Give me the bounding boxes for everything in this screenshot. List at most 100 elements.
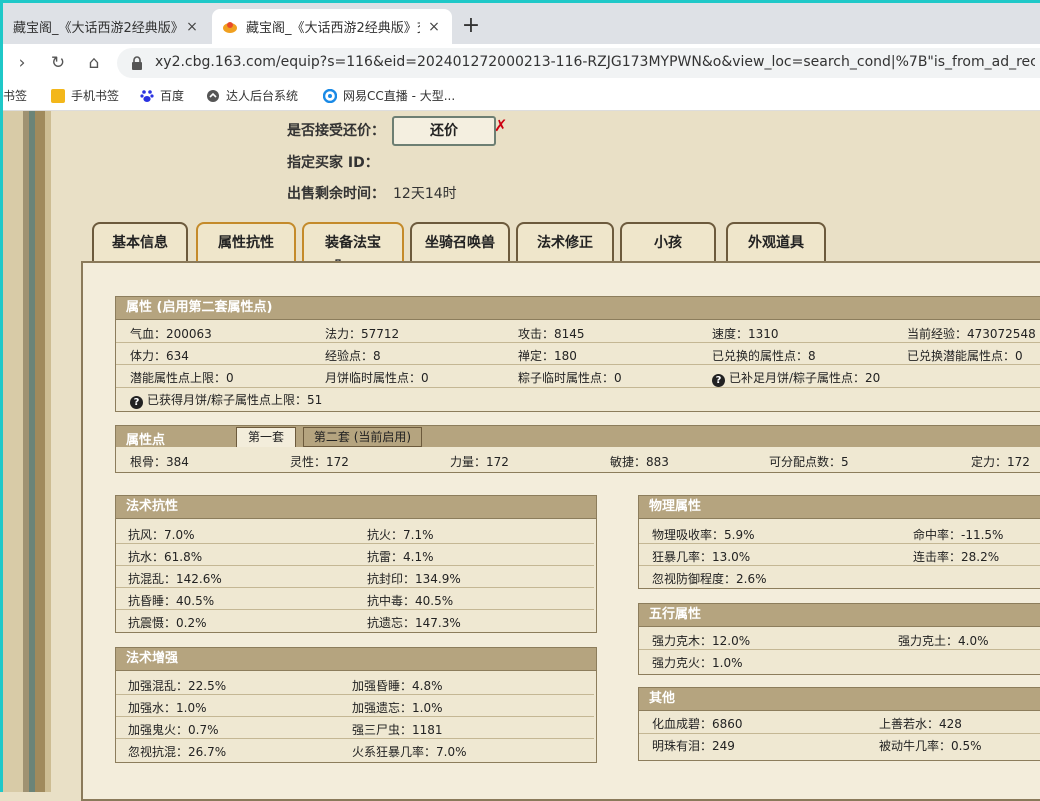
row-divider xyxy=(116,387,1040,388)
enhance-ghostfire: 加强鬼火：0.7% xyxy=(128,723,219,737)
help-icon[interactable]: ? xyxy=(130,396,143,409)
physical-title: 物理属性 xyxy=(639,496,1040,519)
bookmark-admin[interactable]: 达人后台系统 xyxy=(206,87,298,104)
other-water: 上善若水：428 xyxy=(879,717,962,731)
buyer-id-label: 指定买家 ID： xyxy=(287,155,379,171)
attr-exp: 当前经验：473072548 xyxy=(907,327,1036,341)
resist-thunder: 抗雷：4.1% xyxy=(367,550,434,564)
enhance-corpse: 强三尸虫：1181 xyxy=(352,723,443,737)
enhance-title: 法术增强 xyxy=(116,648,596,671)
close-icon[interactable]: × xyxy=(184,19,200,35)
five-wood: 强力克木：12.0% xyxy=(652,634,751,648)
five-earth: 强力克土：4.0% xyxy=(898,634,989,648)
attr-stamina: 体力：634 xyxy=(130,349,189,363)
remaining-label: 出售剩余时间： xyxy=(287,186,385,202)
side-decoration xyxy=(35,111,45,792)
bookmark-label: 书签 xyxy=(3,89,28,103)
browser-tab-2[interactable]: 藏宝阁_《大话西游2经典版》交易 × xyxy=(212,9,452,44)
points-title: 属性点 xyxy=(126,433,166,448)
enhance-ignore-chaos: 忽视抗混：26.7% xyxy=(128,745,227,759)
five-fire: 强力克火：1.0% xyxy=(652,656,743,670)
resist-wind: 抗风：7.0% xyxy=(128,528,195,542)
cbg-favicon-icon xyxy=(222,19,238,35)
accept-haggle-label: 是否接受还价： xyxy=(287,123,385,139)
row-divider xyxy=(116,738,594,739)
forward-icon[interactable]: › xyxy=(11,52,33,74)
row-divider xyxy=(116,587,594,588)
remaining-value: 12天14时 xyxy=(393,186,457,202)
other-title: 其他 xyxy=(639,688,1040,711)
tab-spell-mod[interactable]: 法术修正 xyxy=(516,222,614,262)
reload-icon[interactable]: ↻ xyxy=(47,52,69,74)
lock-icon xyxy=(131,55,143,70)
bookmark-mobile[interactable]: 手机书签 xyxy=(51,87,119,104)
tab-mounts[interactable]: 坐骑召唤兽 xyxy=(410,222,510,262)
resist-forget: 抗遗忘：147.3% xyxy=(367,616,461,630)
browser-tab-title: 藏宝阁_《大话西游2经典版》交易 xyxy=(13,21,178,36)
attr-exp-points: 经验点：8 xyxy=(325,349,381,363)
resist-seal: 抗封印：134.9% xyxy=(367,572,461,586)
browser-tab-strip: 藏宝阁_《大话西游2经典版》交易 × 藏宝阁_《大话西游2经典版》交易 × + xyxy=(3,3,1040,44)
close-icon[interactable]: × xyxy=(426,19,442,35)
attr-exchanged-potential: 已兑换潜能属性点：0 xyxy=(907,349,1023,363)
tab-set-1[interactable]: 第一套 xyxy=(236,427,296,447)
tab-basic-info[interactable]: 基本信息 xyxy=(92,222,188,262)
baidu-paw-icon xyxy=(140,89,154,103)
new-tab-button[interactable]: + xyxy=(459,15,483,37)
tab-attributes[interactable]: 属性抗性 xyxy=(196,222,296,262)
attr-speed: 速度：1310 xyxy=(712,327,779,341)
row-divider xyxy=(639,733,1040,734)
attr-mooncake-temp: 月饼临时属性点：0 xyxy=(325,371,429,385)
resist-fire: 抗火：7.1% xyxy=(367,528,434,542)
row-divider xyxy=(116,565,594,566)
side-decoration xyxy=(3,111,23,792)
enhance-sleep: 加强昏睡：4.8% xyxy=(352,679,443,693)
resist-deter: 抗震慑：0.2% xyxy=(128,616,207,630)
other-pearl: 明珠有泪：249 xyxy=(652,739,735,753)
bookmark-label: 达人后台系统 xyxy=(226,89,299,103)
attr-zongzi-temp: 粽子临时属性点：0 xyxy=(518,371,622,385)
row-divider xyxy=(639,649,1040,650)
enhance-water: 加强水：1.0% xyxy=(128,701,207,715)
browser-tab-1[interactable]: 藏宝阁_《大话西游2经典版》交易 × xyxy=(3,9,210,44)
bookmark-cc[interactable]: 网易CC直播 - 大型... xyxy=(322,87,456,104)
browser-toolbar: › ↻ ⌂ xy2.cbg.163.com/equip?s=116&eid=20… xyxy=(3,44,1040,82)
phys-ignore-def: 忽视防御程度：2.6% xyxy=(652,572,767,586)
attr-filled: ? 已补足月饼/粽子属性点：20 xyxy=(712,369,880,387)
other-blood: 化血成碧：6860 xyxy=(652,717,743,731)
folder-icon xyxy=(51,88,65,103)
point-strength: 力量：172 xyxy=(450,455,509,469)
remaining-time: 出售剩余时间： 12天14时 xyxy=(287,183,457,203)
row-divider xyxy=(116,364,1040,365)
row-divider xyxy=(116,716,594,717)
bookmark-baidu[interactable]: 百度 xyxy=(140,87,184,104)
help-icon[interactable]: ? xyxy=(712,374,725,387)
enhance-forget: 加强遗忘：1.0% xyxy=(352,701,443,715)
attr-potential-cap: 潜能属性点上限：0 xyxy=(130,371,234,385)
attr-filled-label: 已补足月饼/粽子属性点：20 xyxy=(729,371,881,385)
bookmark-label: 百度 xyxy=(160,89,185,103)
phys-absorb: 物理吸收率：5.9% xyxy=(652,528,755,542)
tab-appearance[interactable]: 外观道具 xyxy=(726,222,826,262)
tab-set-2[interactable]: 第二套 (当前启用) xyxy=(303,427,422,447)
resist-chaos: 抗混乱：142.6% xyxy=(128,572,222,586)
side-decoration xyxy=(45,111,51,792)
home-icon[interactable]: ⌂ xyxy=(83,52,105,74)
row-divider xyxy=(116,342,1040,343)
row-divider xyxy=(639,565,1040,566)
resist-water: 抗水：61.8% xyxy=(128,550,203,564)
attr-mp: 法力：57712 xyxy=(325,327,400,341)
tab-equipment[interactable]: 装备法宝 xyxy=(302,222,404,262)
bookmark-folder[interactable]: 书签 xyxy=(3,87,27,104)
resist-title: 法术抗性 xyxy=(116,496,596,519)
haggle-button[interactable]: 还价 xyxy=(392,116,496,146)
row-divider xyxy=(116,694,594,695)
attr-obtained-cap: ? 已获得月饼/粽子属性点上限：51 xyxy=(130,391,322,409)
phys-hit: 命中率：-11.5% xyxy=(913,528,1004,542)
bookmark-label: 网易CC直播 - 大型... xyxy=(343,89,456,103)
phys-crit: 狂暴几率：13.0% xyxy=(652,550,751,564)
tab-child[interactable]: 小孩 xyxy=(620,222,716,262)
enhance-chaos: 加强混乱：22.5% xyxy=(128,679,227,693)
resist-poison: 抗中毒：40.5% xyxy=(367,594,454,608)
address-bar[interactable]: xy2.cbg.163.com/equip?s=116&eid=20240127… xyxy=(117,48,1040,78)
